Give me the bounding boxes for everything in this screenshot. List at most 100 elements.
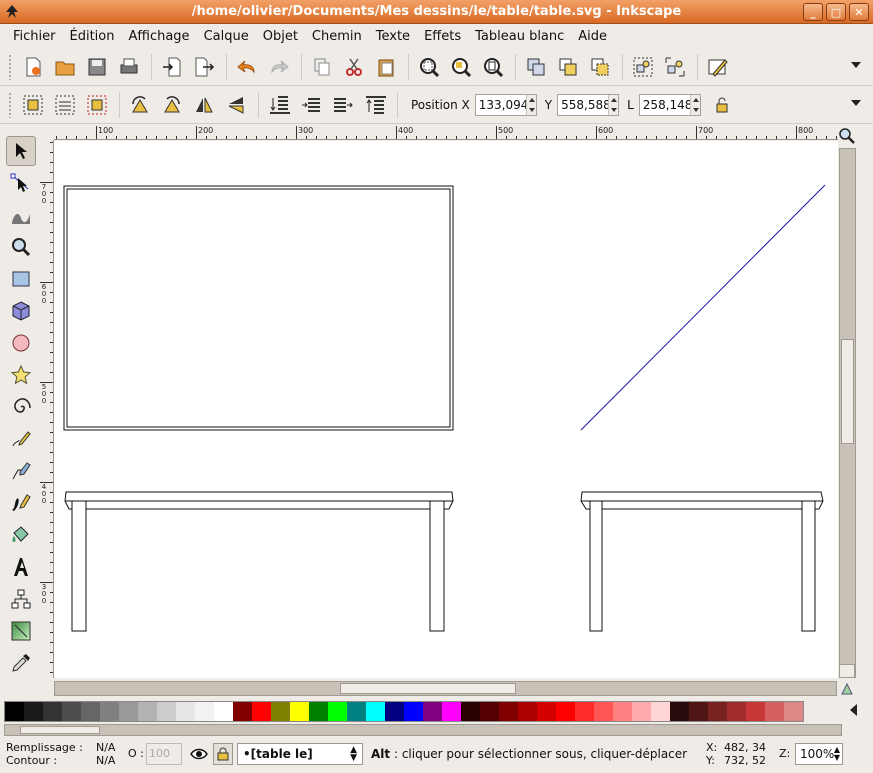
tweak-tool[interactable] <box>6 200 36 230</box>
table-front-view[interactable] <box>64 491 454 632</box>
group-button[interactable] <box>628 52 658 82</box>
palette-swatch[interactable] <box>727 702 746 721</box>
paint-bucket-tool[interactable] <box>6 520 36 550</box>
undo-button[interactable] <box>232 52 262 82</box>
fill-stroke-button[interactable] <box>703 52 733 82</box>
drawing-canvas[interactable] <box>54 141 838 678</box>
close-button[interactable]: ✕ <box>849 3 869 21</box>
menu-fichier[interactable]: Fichier <box>6 29 63 44</box>
rectangle-tool[interactable] <box>6 264 36 294</box>
print-button[interactable] <box>114 52 144 82</box>
palette-swatch[interactable] <box>309 702 328 721</box>
palette-swatch[interactable] <box>670 702 689 721</box>
new-document-button[interactable] <box>18 52 48 82</box>
redo-button[interactable] <box>264 52 294 82</box>
palette-swatch[interactable] <box>651 702 670 721</box>
layer-visibility-toggle[interactable] <box>190 746 208 762</box>
copy-button[interactable] <box>307 52 337 82</box>
menu-edition[interactable]: Édition <box>63 29 122 44</box>
menu-effets[interactable]: Effets <box>417 29 468 44</box>
zoom-input[interactable]: 100% ▲ ▼ <box>795 743 843 765</box>
spiral-tool[interactable] <box>6 392 36 422</box>
palette-swatch[interactable] <box>176 702 195 721</box>
palette-swatch[interactable] <box>24 702 43 721</box>
palette-swatch[interactable] <box>784 702 803 721</box>
palette-swatch[interactable] <box>347 702 366 721</box>
open-button[interactable] <box>50 52 80 82</box>
raise-button[interactable] <box>328 90 358 120</box>
3d-box-tool[interactable] <box>6 296 36 326</box>
palette-scroll-thumb[interactable] <box>20 726 100 734</box>
lower-button[interactable] <box>296 90 326 120</box>
palette-swatch[interactable] <box>100 702 119 721</box>
palette-swatch[interactable] <box>746 702 765 721</box>
ellipse-tool[interactable] <box>6 328 36 358</box>
spin-arrows-icon[interactable]: ▲ ▼ <box>834 746 840 762</box>
palette-swatch[interactable] <box>461 702 480 721</box>
palette-swatch[interactable] <box>366 702 385 721</box>
scroll-down-button[interactable] <box>839 664 855 678</box>
pen-tool[interactable] <box>6 456 36 486</box>
position-x-input[interactable]: 133,094 <box>474 93 537 116</box>
minimize-button[interactable]: _ <box>803 3 823 21</box>
palette-swatch[interactable] <box>575 702 594 721</box>
menu-aide[interactable]: Aide <box>571 29 614 44</box>
palette-swatch[interactable] <box>157 702 176 721</box>
pencil-tool[interactable] <box>6 424 36 454</box>
palette-swatch[interactable] <box>765 702 784 721</box>
palette-swatch[interactable] <box>252 702 271 721</box>
toolbar-overflow-icon[interactable] <box>851 62 861 68</box>
node-tool[interactable] <box>6 168 36 198</box>
menu-calque[interactable]: Calque <box>197 29 256 44</box>
calligraphy-tool[interactable] <box>6 488 36 518</box>
horizontal-ruler[interactable]: 100 200 300 400 500 600 700 800 <box>54 126 838 140</box>
vertical-scroll-thumb[interactable] <box>841 339 854 444</box>
selector-tool[interactable] <box>6 136 36 166</box>
rotate-ccw-button[interactable] <box>125 90 155 120</box>
zoom-tool[interactable] <box>6 232 36 262</box>
star-tool[interactable] <box>6 360 36 390</box>
palette-menu-icon[interactable] <box>850 704 857 716</box>
palette-swatch[interactable] <box>480 702 499 721</box>
palette-swatch[interactable] <box>195 702 214 721</box>
dropper-tool[interactable] <box>6 648 36 678</box>
vertical-scrollbar[interactable] <box>839 148 856 678</box>
maximize-button[interactable]: □ <box>826 3 846 21</box>
menu-objet[interactable]: Objet <box>256 29 305 44</box>
menu-affichage[interactable]: Affichage <box>121 29 196 44</box>
connector-tool[interactable] <box>6 584 36 614</box>
ungroup-button[interactable] <box>660 52 690 82</box>
zoom-page-button[interactable] <box>478 52 508 82</box>
palette-swatch[interactable] <box>138 702 157 721</box>
horizontal-scroll-thumb[interactable] <box>340 683 516 694</box>
menu-texte[interactable]: Texte <box>369 29 417 44</box>
palette-swatch[interactable] <box>385 702 404 721</box>
clone-button[interactable] <box>553 52 583 82</box>
spin-arrows-icon[interactable] <box>689 94 700 115</box>
select-all-button[interactable] <box>18 90 48 120</box>
current-layer-dropdown[interactable]: •[table le] ▲ ▼ <box>237 743 363 765</box>
palette-swatch[interactable] <box>556 702 575 721</box>
vertical-ruler[interactable]: 700 600 500 400 300 <box>40 140 54 678</box>
spin-arrows-icon[interactable] <box>608 94 619 115</box>
drawing-svg[interactable] <box>54 141 838 678</box>
stroke-value[interactable]: N/A <box>96 754 115 767</box>
palette-swatch[interactable] <box>518 702 537 721</box>
palette-scrollbar[interactable] <box>4 724 842 736</box>
color-manage-icon[interactable] <box>840 682 854 696</box>
unlink-clone-button[interactable] <box>585 52 615 82</box>
palette-swatch[interactable] <box>62 702 81 721</box>
lower-to-bottom-button[interactable] <box>264 90 294 120</box>
gradient-tool[interactable] <box>6 616 36 646</box>
rotate-cw-button[interactable] <box>157 90 187 120</box>
opacity-input[interactable]: 100 <box>146 743 182 765</box>
lock-ratio-button[interactable] <box>707 90 737 120</box>
toolbar-overflow-icon[interactable] <box>851 100 861 106</box>
cut-button[interactable] <box>339 52 369 82</box>
palette-swatch[interactable] <box>328 702 347 721</box>
toolbar-grip[interactable] <box>8 53 12 80</box>
duplicate-button[interactable] <box>521 52 551 82</box>
palette-swatch[interactable] <box>81 702 100 721</box>
import-button[interactable] <box>157 52 187 82</box>
export-button[interactable] <box>189 52 219 82</box>
